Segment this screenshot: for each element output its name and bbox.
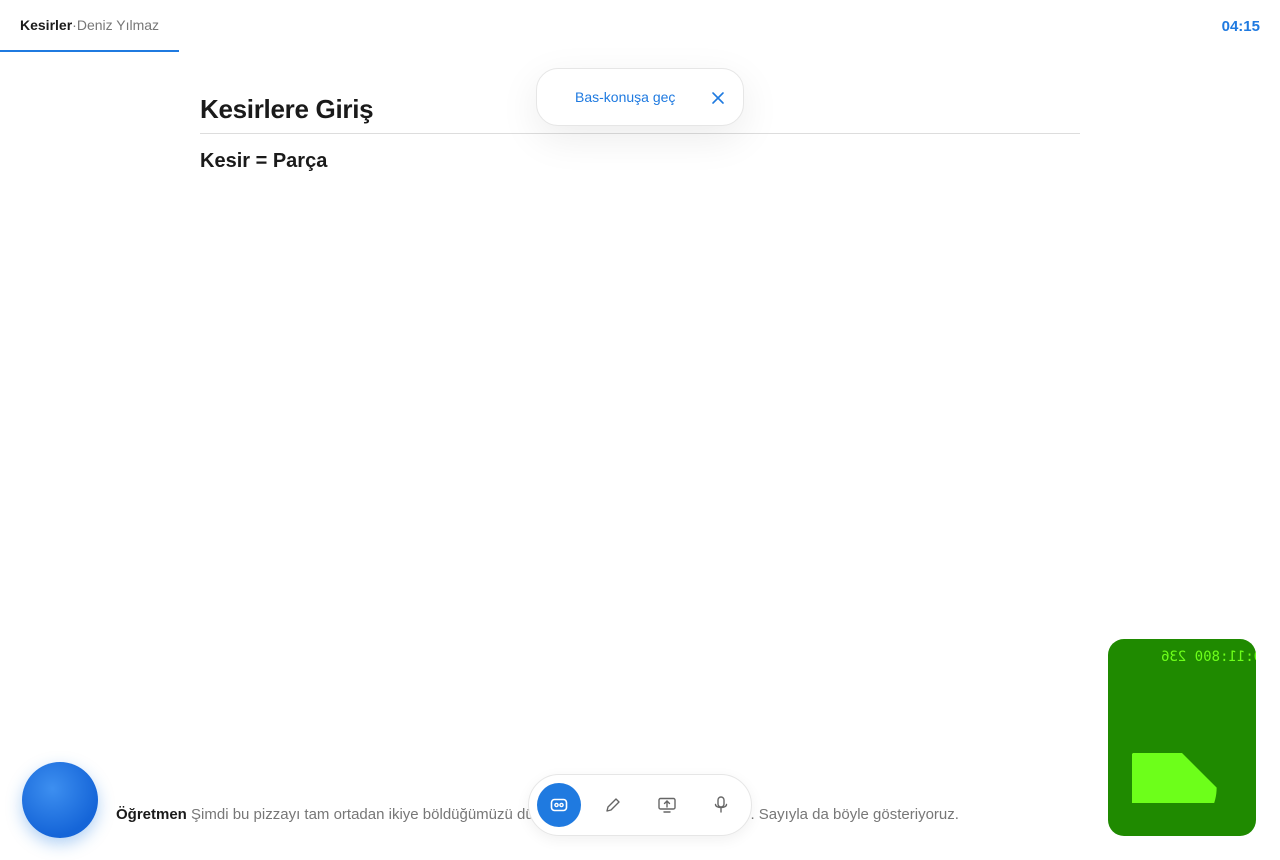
draw-button[interactable]: [591, 783, 635, 827]
captions-icon: [550, 798, 568, 812]
session-clock: 04:15: [1221, 18, 1260, 35]
tab-kesirler[interactable]: Kesirler · Deniz Yılmaz: [0, 0, 179, 52]
microphone-button[interactable]: [699, 783, 743, 827]
page-subtitle: Kesir = Parça: [200, 150, 328, 172]
caption-speaker: Öğretmen: [116, 806, 187, 823]
timer-readout: 0:11:800 236: [1160, 649, 1256, 665]
captions-button[interactable]: [537, 783, 581, 827]
tab-owner: Deniz Yılmaz: [76, 17, 160, 33]
screen-share-icon: [658, 797, 676, 813]
tab-title: Kesirler: [20, 17, 73, 33]
microphone-icon: [714, 796, 728, 813]
pencil-icon: [606, 798, 620, 812]
screen-share-button[interactable]: [645, 783, 689, 827]
timer-widget[interactable]: 0:11:800 236: [1108, 639, 1256, 836]
push-to-talk-button[interactable]: Bas-konuşa geç: [575, 89, 675, 105]
timer-progress-sector: [1132, 753, 1217, 803]
push-to-talk-pill: Bas-konuşa geç: [536, 68, 744, 126]
timer-dial-icon: [1132, 753, 1217, 803]
bottom-toolbar: [528, 774, 752, 836]
teacher-avatar[interactable]: [22, 762, 98, 838]
close-icon[interactable]: [711, 91, 725, 105]
